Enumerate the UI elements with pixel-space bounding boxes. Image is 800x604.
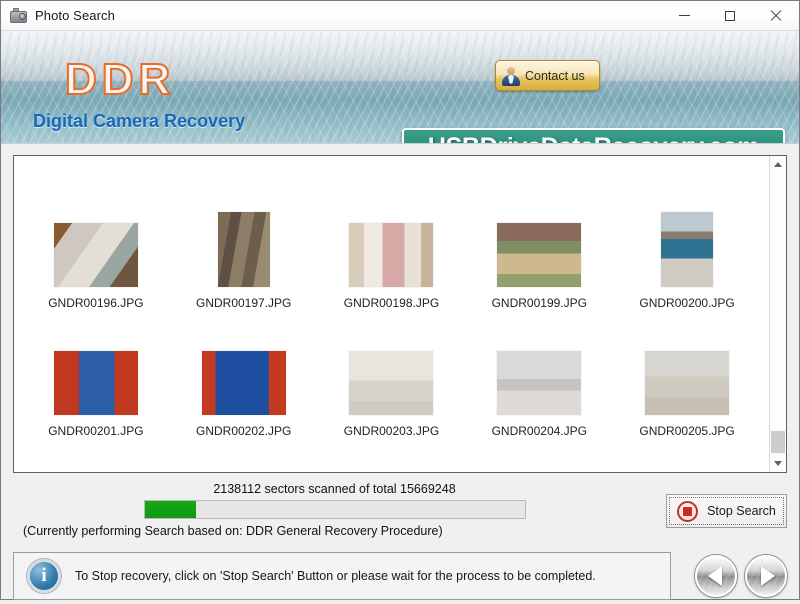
close-icon bbox=[770, 10, 782, 22]
thumbnail-label: GNDR00200.JPG bbox=[639, 296, 735, 310]
contact-us-button[interactable]: Contact us bbox=[495, 60, 600, 91]
thumbnail-label: GNDR00204.JPG bbox=[491, 424, 587, 438]
minimize-button[interactable] bbox=[661, 1, 707, 30]
info-glyph: i bbox=[41, 565, 47, 586]
thumbnail-image[interactable] bbox=[201, 351, 286, 415]
contact-us-label: Contact us bbox=[525, 68, 585, 83]
previous-arrow-icon bbox=[707, 566, 722, 586]
thumbnail-scrollbar[interactable] bbox=[769, 156, 786, 472]
next-arrow-icon bbox=[760, 566, 775, 586]
progress-group: 2138112 sectors scanned of total 1566924… bbox=[13, 482, 650, 538]
thumbnail-item[interactable]: GNDR00203.JPG bbox=[318, 351, 466, 438]
close-button[interactable] bbox=[753, 1, 799, 30]
thumbnail-image[interactable] bbox=[497, 223, 582, 287]
thumbnail-image[interactable] bbox=[661, 212, 714, 287]
sectors-scanned-text: 2138112 sectors scanned of total 1566924… bbox=[213, 482, 456, 496]
thumbnail-image[interactable] bbox=[645, 351, 730, 415]
camera-icon bbox=[10, 8, 27, 23]
product-tagline: Digital Camera Recovery bbox=[33, 111, 246, 131]
progress-area: 2138112 sectors scanned of total 1566924… bbox=[13, 482, 787, 538]
thumbnail-row: GNDR00196.JPG GNDR00197.JPG GNDR00198.JP… bbox=[22, 182, 761, 310]
ddr-logo: DDR bbox=[64, 54, 176, 105]
scrollbar-thumb[interactable] bbox=[771, 431, 785, 453]
thumbnail-grid: GNDR00196.JPG GNDR00197.JPG GNDR00198.JP… bbox=[14, 156, 769, 472]
maximize-icon bbox=[725, 10, 735, 21]
navigation-buttons bbox=[687, 555, 787, 597]
stop-search-label: Stop Search bbox=[707, 504, 776, 518]
thumbnail-item[interactable]: GNDR00200.JPG bbox=[613, 212, 761, 310]
thumbnail-item[interactable]: GNDR00198.JPG bbox=[318, 223, 466, 310]
user-avatar-icon bbox=[501, 66, 521, 86]
thumbnail-label: GNDR00203.JPG bbox=[343, 424, 440, 438]
thumbnail-label: GNDR00202.JPG bbox=[196, 424, 292, 438]
info-message-bar: i To Stop recovery, click on 'Stop Searc… bbox=[13, 552, 671, 600]
thumbnail-label: GNDR00205.JPG bbox=[639, 424, 735, 438]
recovery-procedure-text: (Currently performing Search based on: D… bbox=[23, 524, 443, 538]
scroll-down-button[interactable] bbox=[770, 455, 786, 472]
website-url: USBDriveDataRecovery.com bbox=[428, 133, 760, 144]
thumbnail-row: GNDR00201.JPG GNDR00202.JPG GNDR00203.JP… bbox=[22, 310, 761, 438]
thumbnail-panel: GNDR00196.JPG GNDR00197.JPG GNDR00198.JP… bbox=[13, 155, 787, 473]
info-icon: i bbox=[27, 559, 61, 593]
thumbnail-label: GNDR00196.JPG bbox=[48, 296, 144, 310]
stop-square-icon bbox=[677, 500, 699, 522]
scrollbar-track[interactable] bbox=[770, 173, 786, 455]
minimize-icon bbox=[678, 15, 690, 16]
thumbnail-item[interactable]: GNDR00197.JPG bbox=[170, 212, 318, 310]
window-controls bbox=[661, 1, 799, 30]
previous-button[interactable] bbox=[695, 555, 737, 597]
photo-search-window: Photo Search DDR Digital Camera Recovery… bbox=[0, 0, 800, 600]
scan-progress-bar bbox=[143, 500, 526, 519]
thumbnail-image[interactable] bbox=[349, 351, 434, 415]
thumbnail-label: GNDR00198.JPG bbox=[343, 296, 440, 310]
chevron-up-icon bbox=[774, 162, 782, 167]
info-message: To Stop recovery, click on 'Stop Search'… bbox=[75, 569, 596, 583]
thumbnail-label: GNDR00199.JPG bbox=[491, 296, 587, 310]
scan-progress-fill bbox=[144, 501, 197, 518]
thumbnail-image[interactable] bbox=[349, 223, 434, 287]
thumbnail-image[interactable] bbox=[53, 351, 138, 415]
thumbnail-image[interactable] bbox=[53, 223, 138, 287]
thumbnail-image[interactable] bbox=[217, 212, 270, 287]
maximize-button[interactable] bbox=[707, 1, 753, 30]
chevron-down-icon bbox=[774, 461, 782, 466]
thumbnail-item[interactable]: GNDR00196.JPG bbox=[22, 223, 170, 310]
thumbnail-label: GNDR00197.JPG bbox=[196, 296, 292, 310]
stop-search-button[interactable]: Stop Search bbox=[666, 494, 787, 528]
thumbnail-item[interactable]: GNDR00199.JPG bbox=[465, 223, 613, 310]
header-banner: DDR Digital Camera Recovery Contact us U… bbox=[1, 31, 799, 144]
scroll-up-button[interactable] bbox=[770, 156, 786, 173]
next-button[interactable] bbox=[745, 555, 787, 597]
main-content: GNDR00196.JPG GNDR00197.JPG GNDR00198.JP… bbox=[1, 144, 799, 538]
thumbnail-image[interactable] bbox=[497, 351, 582, 415]
window-title: Photo Search bbox=[35, 8, 115, 23]
thumbnail-item[interactable]: GNDR00205.JPG bbox=[613, 351, 761, 438]
title-bar: Photo Search bbox=[1, 1, 799, 31]
thumbnail-item[interactable]: GNDR00204.JPG bbox=[465, 351, 613, 438]
thumbnail-item[interactable]: GNDR00202.JPG bbox=[170, 351, 318, 438]
thumbnail-item[interactable]: GNDR00201.JPG bbox=[22, 351, 170, 438]
website-banner: USBDriveDataRecovery.com bbox=[402, 128, 785, 144]
footer-bar: i To Stop recovery, click on 'Stop Searc… bbox=[13, 548, 787, 604]
thumbnail-label: GNDR00201.JPG bbox=[48, 424, 144, 438]
